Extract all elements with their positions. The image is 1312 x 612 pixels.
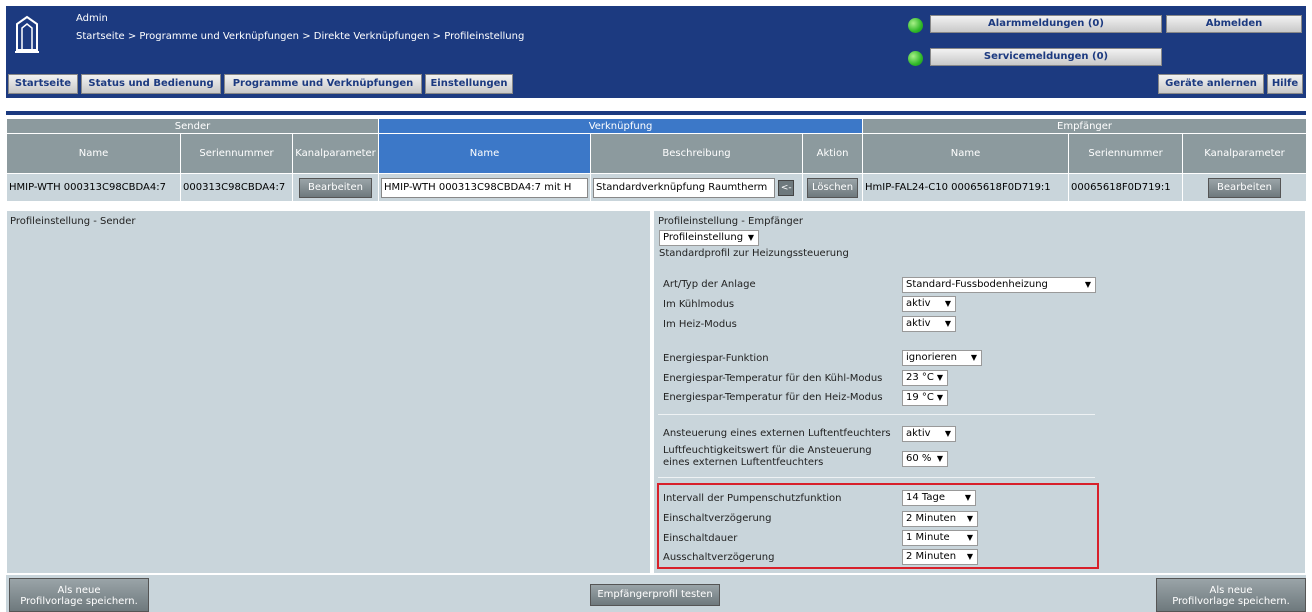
setting-label-cont: eines externen Luftentfeuchters	[663, 457, 824, 468]
setting-label: Ausschaltverzögerung	[663, 552, 775, 563]
setting-label: Im Kühlmodus	[663, 299, 735, 310]
test-receiver-profile-button[interactable]: Empfängerprofil testen	[590, 584, 720, 606]
link-table: Sender Verknüpfung Empfänger Name Serien…	[5, 118, 1308, 202]
energiespar-kuehl-select[interactable]: 23 °C ▼	[902, 370, 948, 386]
setting-label: Ansteuerung eines externen Luftentfeucht…	[663, 428, 891, 439]
receiver-serial: 00065618F0D719:1	[1068, 173, 1184, 202]
kuehlmodus-select[interactable]: aktiv ▼	[902, 296, 956, 312]
breadcrumb: Startseite > Programme und Verknüpfungen…	[76, 31, 525, 42]
setting-label: Energiespar-Temperatur für den Heiz-Modu…	[663, 392, 883, 403]
ausschaltverzoegerung-select[interactable]: 2 Minuten ▼	[902, 549, 978, 565]
help-button[interactable]: Hilfe	[1267, 74, 1303, 94]
sender-profile-panel: Profileinstellung - Sender	[6, 210, 651, 574]
group-link: Verknüpfung	[378, 118, 864, 134]
col-sender-serial: Seriennummer	[180, 133, 293, 174]
setting-label: Intervall der Pumpenschutzfunktion	[663, 493, 842, 504]
setting-label: Energiespar-Temperatur für den Kühl-Modu…	[663, 373, 883, 384]
menu-programme-verknuepfungen[interactable]: Programme und Verknüpfungen	[224, 74, 422, 94]
setting-label: Im Heiz-Modus	[663, 319, 737, 330]
luftfeuchtigkeit-select[interactable]: 60 % ▼	[902, 451, 948, 467]
header-bar: Admin Startseite > Programme und Verknüp…	[6, 6, 1306, 98]
teach-devices-button[interactable]: Geräte anlernen	[1158, 74, 1264, 94]
menu-einstellungen[interactable]: Einstellungen	[425, 74, 513, 94]
alarm-messages-button[interactable]: Alarmmeldungen (0)	[930, 15, 1162, 33]
einschaltdauer-select[interactable]: 1 Minute ▼	[902, 530, 978, 546]
save-sender-template-button[interactable]: Als neue Profilvorlage speichern.	[9, 578, 149, 612]
profile-description: Standardprofil zur Heizungssteuerung	[659, 248, 849, 259]
sender-serial: 000313C98CBDA4:7	[180, 173, 293, 202]
col-link-desc: Beschreibung	[590, 133, 804, 174]
link-name-input[interactable]: HMIP-WTH 000313C98CBDA4:7 mit H	[381, 177, 589, 198]
anlagentyp-select[interactable]: Standard-Fussbodenheizung ▼	[902, 277, 1096, 293]
sender-panel-title: Profileinstellung - Sender	[10, 216, 136, 227]
menu-status-bedienung[interactable]: Status und Bedienung	[81, 74, 221, 94]
col-sender-param: Kanalparameter	[291, 133, 380, 174]
sender-name: HMIP-WTH 000313C98CBDA4:7	[6, 173, 181, 202]
bottom-bar: Als neue Profilvorlage speichern. Empfäng…	[6, 575, 1306, 612]
einschaltverzoegerung-select[interactable]: 2 Minuten ▼	[902, 511, 978, 527]
receiver-edit-button[interactable]: Bearbeiten	[1208, 177, 1281, 198]
header-divider	[6, 111, 1306, 115]
luftentfeuchter-select[interactable]: aktiv ▼	[902, 426, 956, 442]
setting-label: Luftfeuchtigkeitswert für die Ansteuerun…	[663, 445, 872, 456]
setting-label: Energiespar-Funktion	[663, 353, 769, 364]
group-receiver: Empfänger	[862, 118, 1308, 134]
alarm-status-led-icon	[908, 18, 923, 33]
logout-button[interactable]: Abmelden	[1166, 15, 1302, 33]
energiespar-heiz-select[interactable]: 19 °C ▼	[902, 390, 948, 406]
link-description-input[interactable]: Standardverknüpfung Raumtherm	[593, 177, 776, 198]
setting-label: Einschaltverzögerung	[663, 513, 772, 524]
delete-link-button[interactable]: Löschen	[807, 177, 859, 198]
profile-select[interactable]: Profileinstellung ▼	[659, 230, 759, 246]
homematic-logo-icon	[14, 14, 40, 54]
save-receiver-template-button[interactable]: Als neue Profilvorlage speichern.	[1156, 578, 1306, 612]
setting-label: Einschaltdauer	[663, 533, 738, 544]
col-link-action: Aktion	[802, 133, 864, 174]
service-messages-button[interactable]: Servicemeldungen (0)	[930, 48, 1162, 66]
pumpenschutz-select[interactable]: 14 Tage ▼	[902, 490, 976, 506]
receiver-profile-panel: Profileinstellung - Empfänger Profileins…	[653, 210, 1306, 574]
user-name: Admin	[76, 13, 108, 24]
receiver-name: HmIP-FAL24-C10 00065618F0D719:1	[862, 173, 1070, 202]
menu-startseite[interactable]: Startseite	[8, 74, 78, 94]
description-copy-button[interactable]: <-	[778, 179, 795, 196]
section-divider	[658, 477, 1095, 478]
group-sender: Sender	[5, 118, 380, 134]
col-sender-name: Name	[6, 133, 181, 174]
heizmodus-select[interactable]: aktiv ▼	[902, 316, 956, 332]
receiver-panel-title: Profileinstellung - Empfänger	[658, 216, 804, 227]
energiespar-select[interactable]: ignorieren ▼	[902, 350, 982, 366]
section-divider	[658, 414, 1095, 415]
table-row: HMIP-WTH 000313C98CBDA4:7 000313C98CBDA4…	[6, 173, 1308, 202]
col-receiver-serial: Seriennummer	[1068, 133, 1184, 174]
service-status-led-icon	[908, 51, 923, 66]
setting-label: Art/Typ der Anlage	[663, 279, 756, 290]
col-link-name: Name	[378, 133, 592, 174]
col-receiver-name: Name	[862, 133, 1070, 174]
col-receiver-param: Kanalparameter	[1182, 133, 1308, 174]
sender-edit-button[interactable]: Bearbeiten	[299, 177, 372, 198]
